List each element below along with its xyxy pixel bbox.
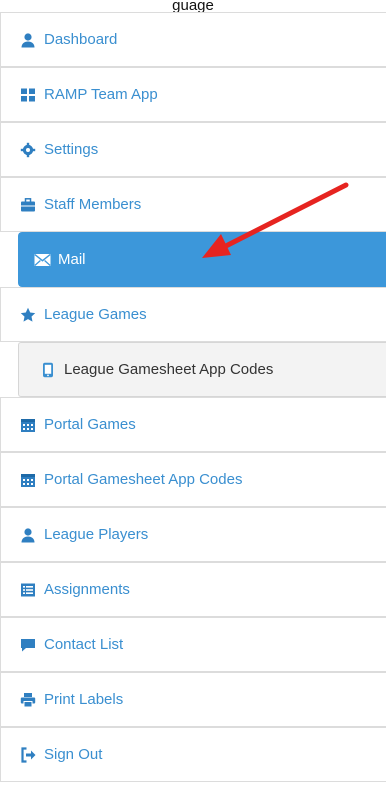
- nav-item-contact-list[interactable]: Contact List: [0, 617, 386, 672]
- envelope-icon: [33, 252, 51, 268]
- nav-item-print-labels[interactable]: Print Labels: [0, 672, 386, 727]
- comment-icon: [19, 637, 37, 653]
- nav-item-portal-games[interactable]: Portal Games: [0, 397, 386, 452]
- grid-icon: [19, 87, 37, 103]
- nav-item-label: Dashboard: [44, 31, 118, 48]
- calendar-icon: [19, 472, 37, 488]
- nav-item-league-players[interactable]: League Players: [0, 507, 386, 562]
- nav-item-label: Print Labels: [44, 691, 124, 708]
- nav-item-label: Sign Out: [44, 746, 103, 763]
- nav-item-label: Staff Members: [44, 196, 142, 213]
- nav-item-staff-members[interactable]: Staff Members: [0, 177, 386, 232]
- nav-item-mail[interactable]: Mail: [18, 232, 386, 287]
- nav-item-label: League Players: [44, 526, 149, 543]
- nav-item-settings[interactable]: Settings: [0, 122, 386, 177]
- nav-item-label: Mail: [58, 251, 86, 268]
- nav-item-ramp-team-app[interactable]: RAMP Team App: [0, 67, 386, 122]
- calendar-icon: [19, 417, 37, 433]
- nav-item-label: Assignments: [44, 581, 130, 598]
- nav-item-portal-gamesheet-app-codes[interactable]: Portal Gamesheet App Codes: [0, 452, 386, 507]
- user-icon: [19, 527, 37, 543]
- nav-item-dashboard[interactable]: Dashboard: [0, 12, 386, 67]
- sign-out-icon: [19, 746, 37, 763]
- mobile-icon: [39, 362, 57, 378]
- list-icon: [19, 582, 37, 598]
- nav-item-label: Contact List: [44, 636, 124, 653]
- nav-item-league-gamesheet-app-codes[interactable]: League Gamesheet App Codes: [18, 342, 386, 397]
- nav-item-sign-out[interactable]: Sign Out: [0, 727, 386, 782]
- nav-item-label: Portal Gamesheet App Codes: [44, 471, 243, 488]
- nav-item-label: RAMP Team App: [44, 86, 158, 103]
- user-icon: [19, 32, 37, 48]
- briefcase-icon: [19, 197, 37, 213]
- print-icon: [19, 692, 37, 708]
- nav-item-assignments[interactable]: Assignments: [0, 562, 386, 617]
- nav-item-label: Settings: [44, 141, 99, 158]
- nav-item-label: League Games: [44, 306, 147, 323]
- nav-item-label: League Gamesheet App Codes: [64, 361, 274, 378]
- star-icon: [19, 307, 37, 323]
- nav-item-label: Portal Games: [44, 416, 136, 433]
- nav-item-league-games[interactable]: League Games: [0, 287, 386, 342]
- gear-icon: [19, 142, 37, 158]
